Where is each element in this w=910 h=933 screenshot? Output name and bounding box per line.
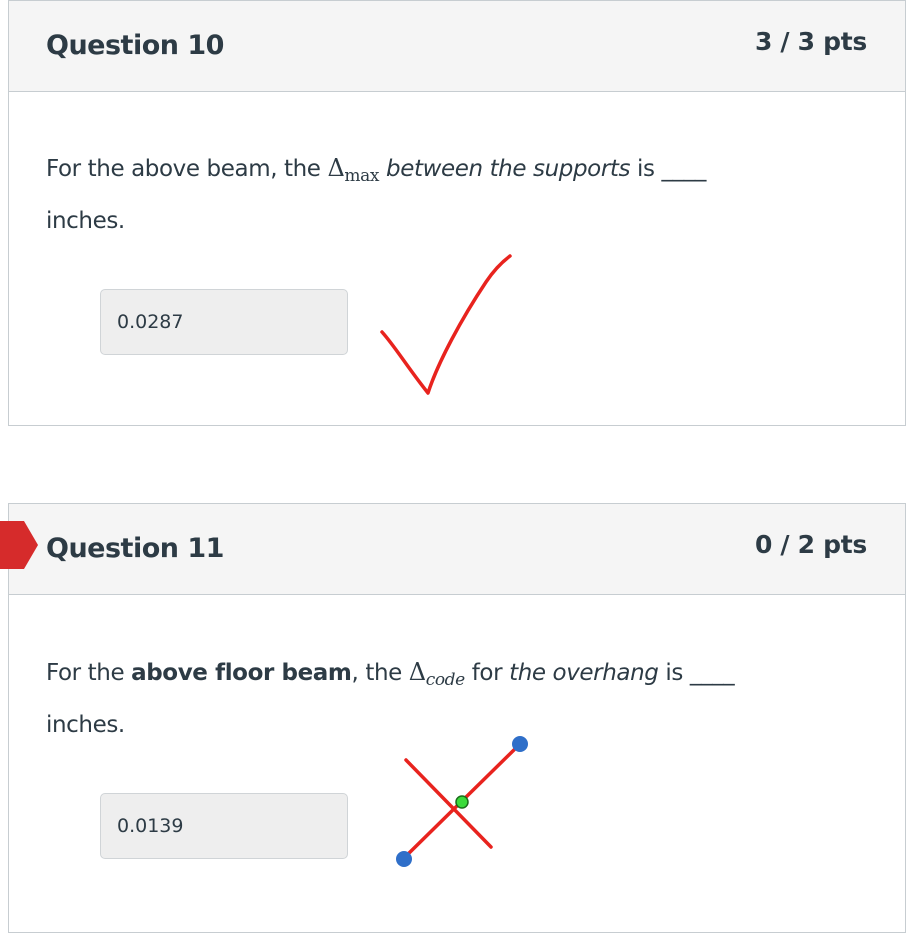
question-text-line2: inches. bbox=[46, 712, 125, 738]
cross-icon bbox=[396, 736, 528, 867]
delta-symbol: Δ bbox=[408, 658, 426, 686]
question-points: 0 / 2 pts bbox=[754, 530, 867, 559]
question-text-italic: the overhang bbox=[509, 660, 659, 686]
question-text-part: For the bbox=[46, 660, 132, 686]
delta-subscript: max bbox=[344, 166, 380, 186]
question-text-part: For the above beam, the bbox=[46, 156, 328, 182]
question-text-part: is ____ bbox=[630, 156, 706, 182]
question-text-italic: between the supports bbox=[386, 156, 631, 182]
question-header: Question 11 0 / 2 pts bbox=[9, 504, 905, 595]
question-title: Question 11 bbox=[46, 533, 224, 564]
answer-field[interactable]: 0.0139 bbox=[100, 793, 348, 859]
question-text-part: for bbox=[464, 660, 510, 686]
checkmark-icon bbox=[380, 254, 512, 395]
question-text-part: is ____ bbox=[658, 660, 735, 686]
delta-symbol: Δ bbox=[327, 154, 345, 182]
question-title: Question 10 bbox=[46, 30, 224, 61]
rotate-handle[interactable] bbox=[455, 795, 469, 809]
question-text-bold: above floor beam bbox=[131, 660, 352, 686]
question-points: 3 / 3 pts bbox=[754, 27, 867, 56]
incorrect-flag-icon bbox=[0, 521, 38, 569]
delta-subscript: code bbox=[425, 670, 466, 690]
question-text: For the above beam, the Δmax between the… bbox=[46, 146, 846, 244]
resize-handle[interactable] bbox=[396, 851, 412, 867]
question-text-part: , the bbox=[351, 660, 409, 686]
question-text-line2: inches. bbox=[46, 208, 125, 234]
resize-handle[interactable] bbox=[512, 736, 528, 752]
cross-stroke bbox=[404, 758, 493, 849]
question-header: Question 10 3 / 3 pts bbox=[9, 1, 905, 92]
answer-field[interactable]: 0.0287 bbox=[100, 289, 348, 355]
